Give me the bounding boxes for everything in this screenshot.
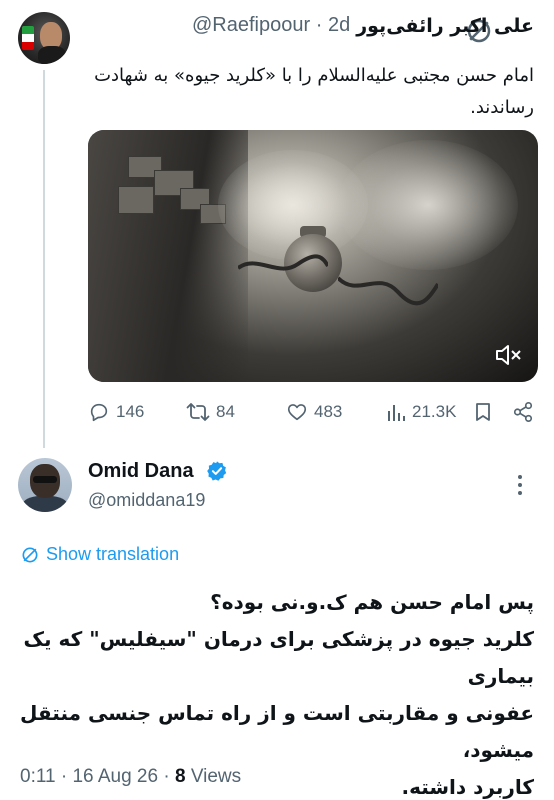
like-count: 483 — [314, 402, 343, 421]
video-cliff-shape — [88, 130, 248, 382]
parent-tweet-actions: 146 84 483 21.3K — [88, 398, 538, 426]
video-smoke-trail-shape — [238, 254, 328, 271]
show-translation-link[interactable]: Show translation — [20, 544, 179, 565]
parent-handle-text: @Raefipoour — [192, 14, 311, 36]
reply-meta: 0:11 · 16 Aug 26 · 8 Views — [20, 766, 241, 788]
retweet-count: 84 — [216, 402, 235, 421]
retweet-icon — [186, 403, 210, 421]
share-button[interactable] — [512, 398, 534, 426]
mute-icon[interactable] — [494, 342, 524, 368]
reply-text-line: کلرید جیوه در پزشکی برای درمان "سیفلیس" … — [23, 627, 534, 688]
parent-tweet[interactable]: علی اکبر رائفی‌پور @Raefipoour · 2d امام… — [0, 0, 554, 440]
like-icon — [287, 404, 307, 421]
share-icon — [513, 402, 533, 422]
bookmark-icon — [476, 403, 490, 421]
reply-date[interactable]: 16 Aug 26 — [72, 766, 158, 787]
video-smoke-trail-shape — [338, 276, 438, 306]
like-button[interactable]: 483 — [286, 398, 342, 426]
reply-author-name[interactable]: Omid Dana — [88, 460, 194, 483]
views-count: 21.3K — [412, 402, 457, 421]
parent-author-avatar[interactable] — [18, 12, 70, 64]
reply-count: 146 — [116, 402, 145, 421]
reply-time[interactable]: 0:11 — [20, 766, 56, 787]
views-button[interactable]: 21.3K — [386, 398, 456, 426]
parent-tweet-text: امام حسن مجتبی علیه‌السلام را با «کلرید … — [94, 65, 534, 118]
avatar-body — [22, 496, 68, 512]
reply-views-label: Views — [190, 766, 242, 787]
reply-tweet[interactable]: Omid Dana @omiddana19 Show translation پ… — [0, 448, 554, 800]
reply-button[interactable]: 146 — [88, 398, 144, 426]
parent-author-name[interactable]: علی اکبر رائفی‌پور — [356, 15, 534, 37]
grok-icon — [22, 547, 38, 562]
views-icon — [388, 405, 405, 421]
parent-tweet-video[interactable] — [88, 130, 538, 382]
bookmark-button[interactable] — [474, 398, 492, 426]
retweet-button[interactable]: 84 — [186, 398, 235, 426]
parent-tweet-header: علی اکبر رائفی‌پور @Raefipoour · 2d — [192, 14, 534, 37]
verified-badge-icon[interactable] — [206, 460, 228, 482]
reply-text-line: پس امام حسن هم ک.و.نی بوده؟ — [210, 590, 534, 614]
reply-text-line: عفونی و مقاربتی است و از راه تماس جنسی م… — [20, 701, 534, 762]
reply-author-handle[interactable]: @omiddana19 — [88, 490, 205, 511]
iran-flag-icon — [22, 26, 34, 50]
reply-author-avatar[interactable] — [18, 458, 72, 512]
video-building-shape — [118, 186, 154, 214]
meta-separator: · — [163, 766, 170, 787]
parent-timestamp[interactable]: 2d — [328, 14, 350, 36]
parent-author-handle[interactable]: @Raefipoour · 2d — [192, 14, 350, 37]
avatar-glasses — [33, 476, 57, 483]
more-options-icon[interactable] — [512, 472, 528, 498]
parent-separator: · — [315, 14, 323, 36]
reply-views-count: 8 — [174, 766, 186, 787]
show-translation-label: Show translation — [46, 544, 180, 564]
meta-separator: · — [60, 766, 68, 787]
video-smoke-shape — [338, 140, 518, 270]
avatar-beard — [38, 46, 66, 64]
reply-icon — [90, 403, 108, 422]
